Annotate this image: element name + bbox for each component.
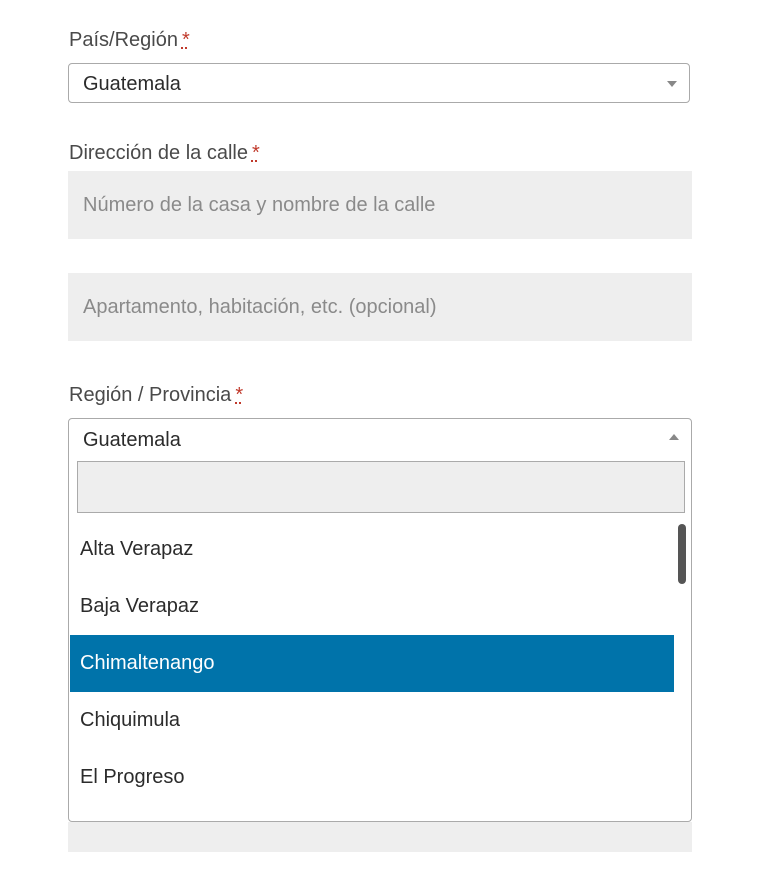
country-select[interactable]: Guatemala — [68, 63, 690, 103]
region-option-highlighted[interactable]: Chimaltenango — [70, 635, 674, 692]
postcode-input-partial[interactable] — [68, 822, 692, 852]
street-line2-input[interactable]: Apartamento, habitación, etc. (opcional) — [68, 273, 692, 341]
region-label-text: Región / Provincia — [69, 384, 232, 406]
region-option[interactable]: Chiquimula — [70, 692, 674, 749]
street-label-text: Dirección de la calle — [69, 142, 248, 164]
country-label: País/Región * — [69, 28, 190, 52]
region-option[interactable]: Alta Verapaz — [70, 521, 674, 578]
required-mark: * — [181, 29, 190, 51]
street-line1-input[interactable]: Número de la casa y nombre de la calle — [68, 171, 692, 239]
region-option[interactable]: Baja Verapaz — [70, 578, 674, 635]
country-select-value: Guatemala — [83, 73, 181, 95]
region-select-dropdown[interactable]: Guatemala Alta Verapaz Baja Verapaz Chim… — [68, 418, 692, 822]
chevron-up-icon[interactable] — [669, 434, 679, 440]
required-mark: * — [235, 384, 244, 406]
region-select-value: Guatemala — [83, 429, 181, 451]
street-line2-placeholder: Apartamento, habitación, etc. (opcional) — [83, 296, 437, 318]
region-options-list: Alta Verapaz Baja Verapaz Chimaltenango … — [70, 521, 674, 806]
region-option[interactable]: El Progreso — [70, 749, 674, 806]
dropdown-scrollbar[interactable] — [678, 524, 686, 584]
region-search-input[interactable] — [77, 461, 685, 513]
chevron-down-icon — [667, 81, 677, 87]
region-label: Región / Provincia * — [69, 383, 243, 407]
required-mark: * — [251, 142, 260, 164]
street-line1-placeholder: Número de la casa y nombre de la calle — [83, 194, 436, 216]
country-label-text: País/Región — [69, 29, 178, 51]
street-label: Dirección de la calle * — [69, 141, 260, 165]
